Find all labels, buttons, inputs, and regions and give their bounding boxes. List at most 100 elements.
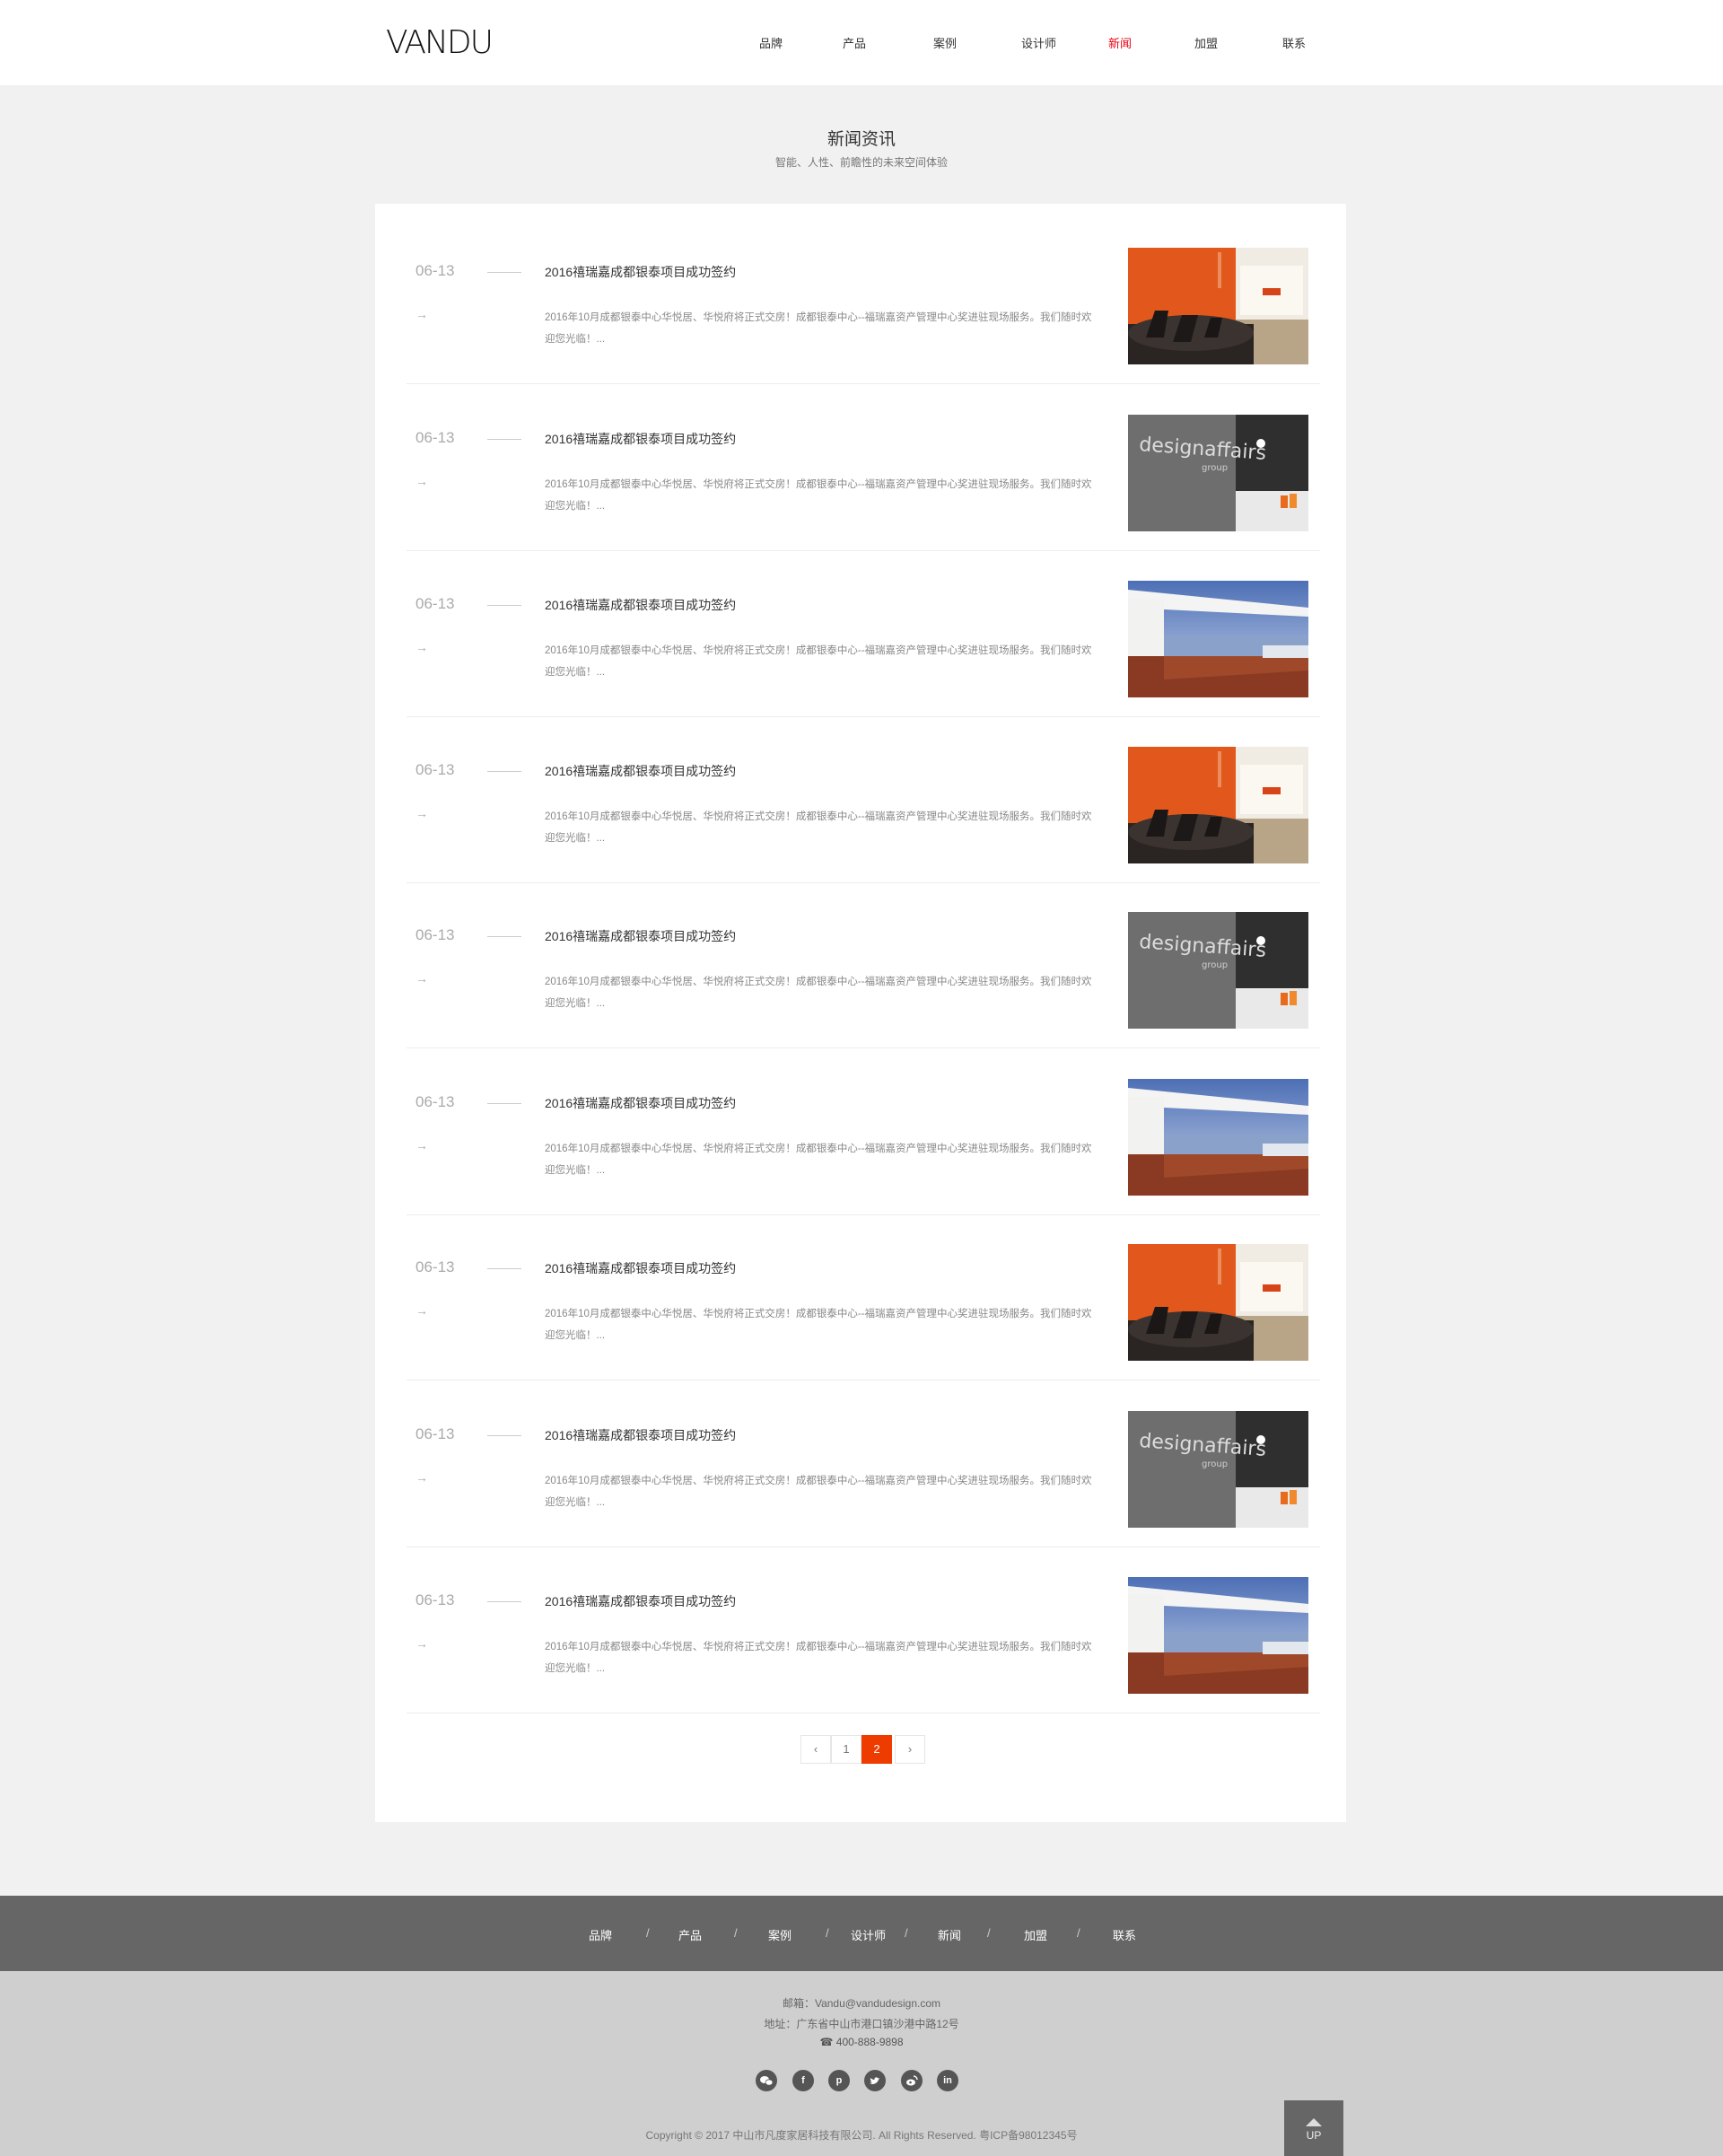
news-title[interactable]: 2016禧瑞嘉成都银泰项目成功签约	[545, 1259, 736, 1277]
news-thumbnail[interactable]: designaffairs group	[1128, 1411, 1308, 1528]
footer-nav-separator: /	[826, 1926, 829, 1940]
arrow-right-icon[interactable]: →	[415, 1138, 428, 1152]
up-arrow-icon	[1306, 2118, 1322, 2126]
facebook-icon[interactable]: f	[792, 2070, 814, 2091]
news-item[interactable]: 06-13 → 2016禧瑞嘉成都银泰项目成功签约 2016年10月成都银泰中心华悦居…	[407, 1214, 1320, 1380]
footer: 邮箱：Vandu@vandudesign.com 地址：广东省中山市港口镇沙港中…	[0, 1971, 1723, 2156]
news-title[interactable]: 2016禧瑞嘉成都银泰项目成功签约	[545, 1094, 736, 1112]
date-divider	[487, 439, 521, 440]
news-item[interactable]: 06-13 → 2016禧瑞嘉成都银泰项目成功签约 2016年10月成都银泰中心华悦居…	[407, 716, 1320, 883]
footer-nav-item-4[interactable]: 新闻	[938, 1926, 961, 1943]
news-summary: 2016年10月成都银泰中心华悦居、华悦府将正式交房！成都银泰中心--福瑞嘉资产…	[545, 1144, 1092, 1176]
nav-item-5[interactable]: 加盟	[1194, 34, 1218, 51]
page-2-button[interactable]: 2	[862, 1735, 892, 1764]
footer-nav-item-1[interactable]: 产品	[678, 1926, 702, 1943]
footer-nav-item-5[interactable]: 加盟	[1024, 1926, 1047, 1943]
news-summary: 2016年10月成都银泰中心华悦居、华悦府将正式交房！成都银泰中心--福瑞嘉资产…	[545, 645, 1092, 678]
news-summary: 2016年10月成都银泰中心华悦居、华悦府将正式交房！成都银泰中心--福瑞嘉资产…	[545, 811, 1092, 844]
nav-item-1[interactable]: 产品	[843, 34, 866, 51]
social-links: f p in	[0, 2070, 1723, 2093]
nav-item-4[interactable]: 新闻	[1108, 34, 1132, 51]
arrow-right-icon[interactable]: →	[415, 806, 428, 820]
news-item[interactable]: 06-13 → 2016禧瑞嘉成都银泰项目成功签约 2016年10月成都银泰中心华悦居…	[407, 550, 1320, 717]
arrow-right-icon[interactable]: →	[415, 1303, 428, 1318]
news-summary: 2016年10月成都银泰中心华悦居、华悦府将正式交房！成都银泰中心--福瑞嘉资产…	[545, 977, 1092, 1009]
news-thumbnail[interactable]	[1128, 248, 1308, 364]
date-divider	[487, 1103, 521, 1104]
logo[interactable]: VANDU	[386, 25, 494, 61]
weibo-icon[interactable]	[901, 2070, 923, 2091]
news-date: 06-13	[415, 1093, 455, 1110]
news-summary: 2016年10月成都银泰中心华悦居、华悦府将正式交房！成都银泰中心--福瑞嘉资产…	[545, 479, 1092, 512]
news-title[interactable]: 2016禧瑞嘉成都银泰项目成功签约	[545, 1592, 736, 1610]
news-thumbnail[interactable]	[1128, 1244, 1308, 1361]
footer-nav-item-3[interactable]: 设计师	[851, 1926, 886, 1943]
pagination: ‹ 1 2 ›	[0, 1735, 1723, 1764]
news-item[interactable]: 06-13 → 2016禧瑞嘉成都银泰项目成功签约 2016年10月成都银泰中心华悦居…	[407, 1380, 1320, 1547]
news-summary: 2016年10月成都银泰中心华悦居、华悦府将正式交房！成都银泰中心--福瑞嘉资产…	[545, 1642, 1092, 1674]
news-title[interactable]: 2016禧瑞嘉成都银泰项目成功签约	[545, 1426, 736, 1444]
next-page-button[interactable]: ›	[895, 1735, 925, 1764]
news-thumbnail[interactable]	[1128, 581, 1308, 697]
page-title: 新闻资讯	[827, 130, 896, 149]
phone-icon: ☎	[819, 2036, 834, 2048]
news-item[interactable]: 06-13 → 2016禧瑞嘉成都银泰项目成功签约 2016年10月成都银泰中心华悦居…	[407, 881, 1320, 1048]
arrow-right-icon[interactable]: →	[415, 640, 428, 654]
svg-text:group: group	[1202, 1459, 1228, 1469]
footer-nav-item-2[interactable]: 案例	[768, 1926, 792, 1943]
footer-phone: 400-888-9898	[835, 2036, 904, 2048]
svg-text:group: group	[1202, 463, 1228, 473]
nav-item-6[interactable]: 联系	[1282, 34, 1306, 51]
news-title[interactable]: 2016禧瑞嘉成都银泰项目成功签约	[545, 927, 736, 945]
back-to-top-button[interactable]: UP	[1284, 2100, 1343, 2156]
news-summary: 2016年10月成都银泰中心华悦居、华悦府将正式交房！成都银泰中心--福瑞嘉资产…	[545, 312, 1092, 345]
arrow-right-icon[interactable]: →	[415, 1470, 428, 1485]
footer-nav-separator: /	[987, 1926, 991, 1940]
news-date: 06-13	[415, 595, 455, 612]
news-date: 06-13	[415, 1258, 455, 1275]
news-thumbnail[interactable]	[1128, 1577, 1308, 1694]
news-summary: 2016年10月成都银泰中心华悦居、华悦府将正式交房！成都银泰中心--福瑞嘉资产…	[545, 1309, 1092, 1341]
news-title[interactable]: 2016禧瑞嘉成都银泰项目成功签约	[545, 263, 736, 281]
prev-page-button[interactable]: ‹	[800, 1735, 831, 1764]
nav-item-3[interactable]: 设计师	[1021, 34, 1056, 51]
arrow-right-icon[interactable]: →	[415, 307, 428, 321]
news-date: 06-13	[415, 1591, 455, 1608]
pinterest-icon[interactable]: p	[828, 2070, 850, 2091]
news-item[interactable]: 06-13 → 2016禧瑞嘉成都银泰项目成功签约 2016年10月成都银泰中心华悦居…	[407, 1048, 1320, 1215]
date-divider	[487, 272, 521, 273]
news-thumbnail[interactable]: designaffairs group	[1128, 912, 1308, 1029]
twitter-icon[interactable]	[864, 2070, 886, 2091]
news-thumbnail[interactable]	[1128, 747, 1308, 863]
news-title[interactable]: 2016禧瑞嘉成都银泰项目成功签约	[545, 762, 736, 780]
site-header: VANDU 品牌 产品 案例 设计师 新闻 加盟 联系	[0, 0, 1723, 85]
news-date: 06-13	[415, 761, 455, 778]
wechat-icon[interactable]	[756, 2070, 777, 2091]
footer-nav-item-0[interactable]: 品牌	[589, 1926, 612, 1943]
news-title[interactable]: 2016禧瑞嘉成都银泰项目成功签约	[545, 430, 736, 448]
news-item[interactable]: 06-13 → 2016禧瑞嘉成都银泰项目成功签约 2016年10月成都银泰中心华悦居…	[407, 1547, 1320, 1713]
footer-nav-separator: /	[1077, 1926, 1080, 1940]
arrow-right-icon[interactable]: →	[415, 1636, 428, 1651]
linkedin-icon[interactable]: in	[937, 2070, 958, 2091]
news-summary: 2016年10月成都银泰中心华悦居、华悦府将正式交房！成都银泰中心--福瑞嘉资产…	[545, 1476, 1092, 1508]
news-title[interactable]: 2016禧瑞嘉成都银泰项目成功签约	[545, 596, 736, 614]
arrow-right-icon[interactable]: →	[415, 971, 428, 986]
news-date: 06-13	[415, 926, 455, 943]
news-date: 06-13	[415, 429, 455, 446]
news-thumbnail[interactable]	[1128, 1079, 1308, 1196]
news-list-card: 06-13 → 2016禧瑞嘉成都银泰项目成功签约 2016年10月成都银泰中心华悦居…	[375, 204, 1346, 1822]
footer-nav-item-6[interactable]: 联系	[1113, 1926, 1136, 1943]
svg-text:group: group	[1202, 960, 1228, 970]
news-item[interactable]: 06-13 → 2016禧瑞嘉成都银泰项目成功签约 2016年10月成都银泰中心华悦居…	[407, 384, 1320, 551]
copyright: Copyright © 2017 中山市凡度家居科技有限公司. All Righ…	[645, 2129, 1078, 2142]
nav-item-0[interactable]: 品牌	[759, 34, 783, 51]
news-thumbnail[interactable]: designaffairs group	[1128, 415, 1308, 531]
footer-phone-row: ☎ 400-888-9898	[0, 2036, 1723, 2048]
news-date: 06-13	[415, 262, 455, 279]
arrow-right-icon[interactable]: →	[415, 474, 428, 488]
news-item[interactable]: 06-13 → 2016禧瑞嘉成都银泰项目成功签约 2016年10月成都银泰中心华悦居…	[407, 217, 1320, 384]
date-divider	[487, 1435, 521, 1436]
nav-item-2[interactable]: 案例	[933, 34, 957, 51]
page-1-button[interactable]: 1	[831, 1735, 862, 1764]
